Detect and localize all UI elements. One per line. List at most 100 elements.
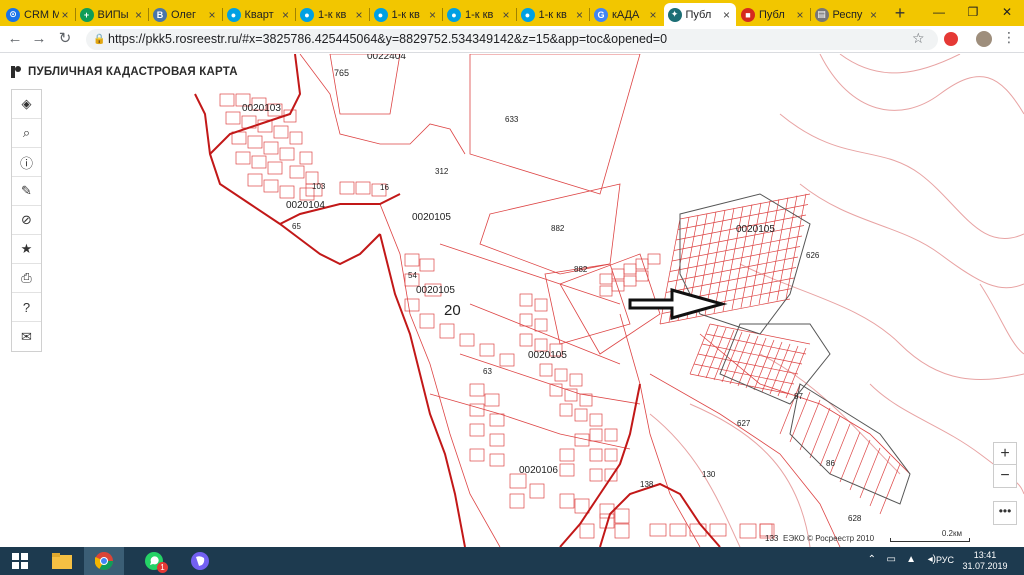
browser-tab[interactable]: + ВИПы × — [76, 3, 148, 26]
profile-avatar[interactable] — [976, 31, 992, 47]
parcel-label: 87 — [794, 392, 803, 401]
tab-close-icon[interactable]: × — [353, 8, 365, 22]
tab-title: Публ — [759, 8, 785, 21]
more-button[interactable]: ••• — [993, 501, 1017, 525]
print-icon: ⎙ — [21, 270, 32, 285]
tab-close-icon[interactable]: × — [59, 8, 71, 22]
tab-title: CRM М — [24, 8, 59, 21]
tab-favicon-icon: ● — [226, 7, 241, 22]
info-icon: ⓘ — [19, 155, 33, 171]
back-button[interactable]: ← — [6, 30, 24, 48]
parcel-label: 628 — [848, 514, 862, 523]
zoom-out-button[interactable]: − — [994, 465, 1016, 487]
chrome-menu-icon[interactable]: ⋮ — [1002, 29, 1016, 46]
pencil-icon: ✎ — [21, 183, 32, 198]
rosreestr-logo-icon — [10, 66, 22, 78]
tab-favicon-icon: ⊙ — [6, 7, 20, 22]
browser-tab[interactable]: ● 1-к кв × — [370, 3, 442, 26]
browser-tab[interactable]: GкАДА × — [590, 3, 662, 26]
minimize-button[interactable]: — — [922, 0, 956, 26]
zoom-control: + − — [993, 442, 1017, 488]
volume-icon[interactable]: ◂) — [928, 554, 936, 565]
parcel-label: 0020103 — [242, 103, 281, 114]
reload-button[interactable]: ↻ — [56, 30, 74, 48]
help-button[interactable]: ? — [12, 293, 41, 322]
tab-close-icon[interactable]: × — [574, 8, 586, 22]
folder-icon — [52, 553, 72, 569]
tab-close-icon[interactable]: × — [427, 8, 439, 22]
parcel-label: 0020105 — [412, 212, 451, 223]
parcel-label: 16 — [380, 183, 389, 192]
tab-favicon-icon: ■ — [741, 7, 755, 22]
tab-favicon-icon: ● — [447, 7, 461, 22]
tab-close-icon[interactable]: × — [500, 8, 512, 22]
windows-taskbar: 1 ⌃ ▭ ▲ ◂) РУС 13:41 31.07.2019 — [0, 547, 1024, 575]
new-tab-button[interactable]: + — [890, 3, 910, 23]
browser-tab[interactable]: ✦ Публ × — [663, 3, 736, 26]
zoom-in-button[interactable]: + — [994, 443, 1016, 465]
bookmark-star-icon[interactable]: ☆ — [912, 30, 925, 47]
tab-favicon-icon: ● — [300, 7, 314, 22]
search-button[interactable]: ⌕ — [12, 119, 41, 148]
parcel-label: 312 — [435, 167, 449, 176]
browser-tab[interactable]: ● 1-к кв × — [517, 3, 589, 26]
browser-tab[interactable]: ▤ Респу × — [811, 3, 883, 26]
tab-close-icon[interactable]: × — [721, 8, 733, 22]
parcel-label: 626 — [806, 251, 820, 260]
mail-button[interactable]: ✉ — [12, 322, 41, 351]
tab-title: Публ — [685, 8, 712, 21]
parcel-label: 0022404 — [367, 54, 406, 62]
browser-tab[interactable]: ● Кварт × — [223, 3, 295, 26]
parcel-label: 65 — [292, 222, 301, 231]
browser-tab[interactable]: ● 1-к кв × — [443, 3, 515, 26]
extension-icon[interactable] — [944, 32, 958, 46]
language-indicator[interactable]: РУС — [936, 555, 954, 565]
tab-title: 1-к кв — [318, 8, 347, 21]
layers-button[interactable]: ◈ — [12, 90, 41, 119]
info-button[interactable]: ⓘ — [12, 148, 41, 177]
taskbar-chrome[interactable] — [84, 547, 124, 575]
scale-line — [890, 538, 970, 542]
cadastral-map[interactable]: 0022404 765 0020103 0020104 0020105 0020105 00… — [0, 54, 1024, 547]
tab-favicon-icon: + — [79, 7, 94, 22]
close-window-button[interactable]: ✕ — [990, 0, 1024, 26]
tray-chevron-icon[interactable]: ⌃ — [868, 554, 876, 565]
map-canvas[interactable]: 0022404 765 0020103 0020104 0020105 0020105 00… — [0, 54, 1024, 547]
parcel-label: 63 — [483, 367, 492, 376]
browser-tab[interactable]: ● 1-к кв × — [296, 3, 368, 26]
parcel-label: 54 — [408, 271, 417, 280]
taskbar-whatsapp[interactable]: 1 — [134, 547, 174, 575]
maximize-button[interactable]: ❐ — [956, 0, 990, 26]
network-icon[interactable]: ▲ — [906, 554, 916, 565]
search-icon: ⌕ — [22, 125, 31, 140]
address-bar[interactable]: 🔒 https://pkk5.rosreestr.ru/#x=3825786.4… — [86, 29, 938, 50]
browser-tab[interactable]: В Олег × — [149, 3, 221, 26]
tab-title: Респу — [832, 8, 863, 21]
app-title-text: ПУБЛИЧНАЯ КАДАСТРОВАЯ КАРТА — [28, 66, 238, 78]
lock-icon: 🔒 — [93, 34, 106, 45]
pencil-button[interactable]: ✎ — [12, 177, 41, 206]
measure-button[interactable]: ⊘ — [12, 206, 41, 235]
tab-favicon-icon: ● — [373, 7, 388, 22]
star-button[interactable]: ★ — [12, 235, 41, 264]
parcel-label: 86 — [826, 459, 835, 468]
browser-tab[interactable]: ■ Публ × — [737, 3, 809, 26]
parcel-label: 103 — [312, 182, 326, 191]
print-button[interactable]: ⎙ — [12, 264, 41, 293]
tab-close-icon[interactable]: × — [647, 8, 659, 22]
browser-tab[interactable]: ⊙ CRM М × — [2, 3, 74, 26]
tab-close-icon[interactable]: × — [794, 8, 806, 22]
clock-date: 31.07.2019 — [962, 561, 1008, 571]
start-button[interactable] — [0, 547, 40, 575]
parcel-label: 0020105 — [736, 224, 775, 235]
forward-button[interactable]: → — [30, 30, 48, 48]
map-toolbar: ◈ ⌕ ⓘ ✎ ⊘ ★ ⎙? ✉ — [11, 89, 42, 352]
tab-close-icon[interactable]: × — [206, 8, 218, 22]
battery-icon[interactable]: ▭ — [887, 554, 896, 565]
taskbar-explorer[interactable] — [42, 547, 82, 575]
tab-close-icon[interactable]: × — [868, 8, 880, 22]
clock[interactable]: 13:41 31.07.2019 — [960, 550, 1010, 572]
taskbar-viber[interactable] — [180, 547, 220, 575]
tab-close-icon[interactable]: × — [280, 8, 292, 22]
tab-close-icon[interactable]: × — [133, 8, 145, 22]
